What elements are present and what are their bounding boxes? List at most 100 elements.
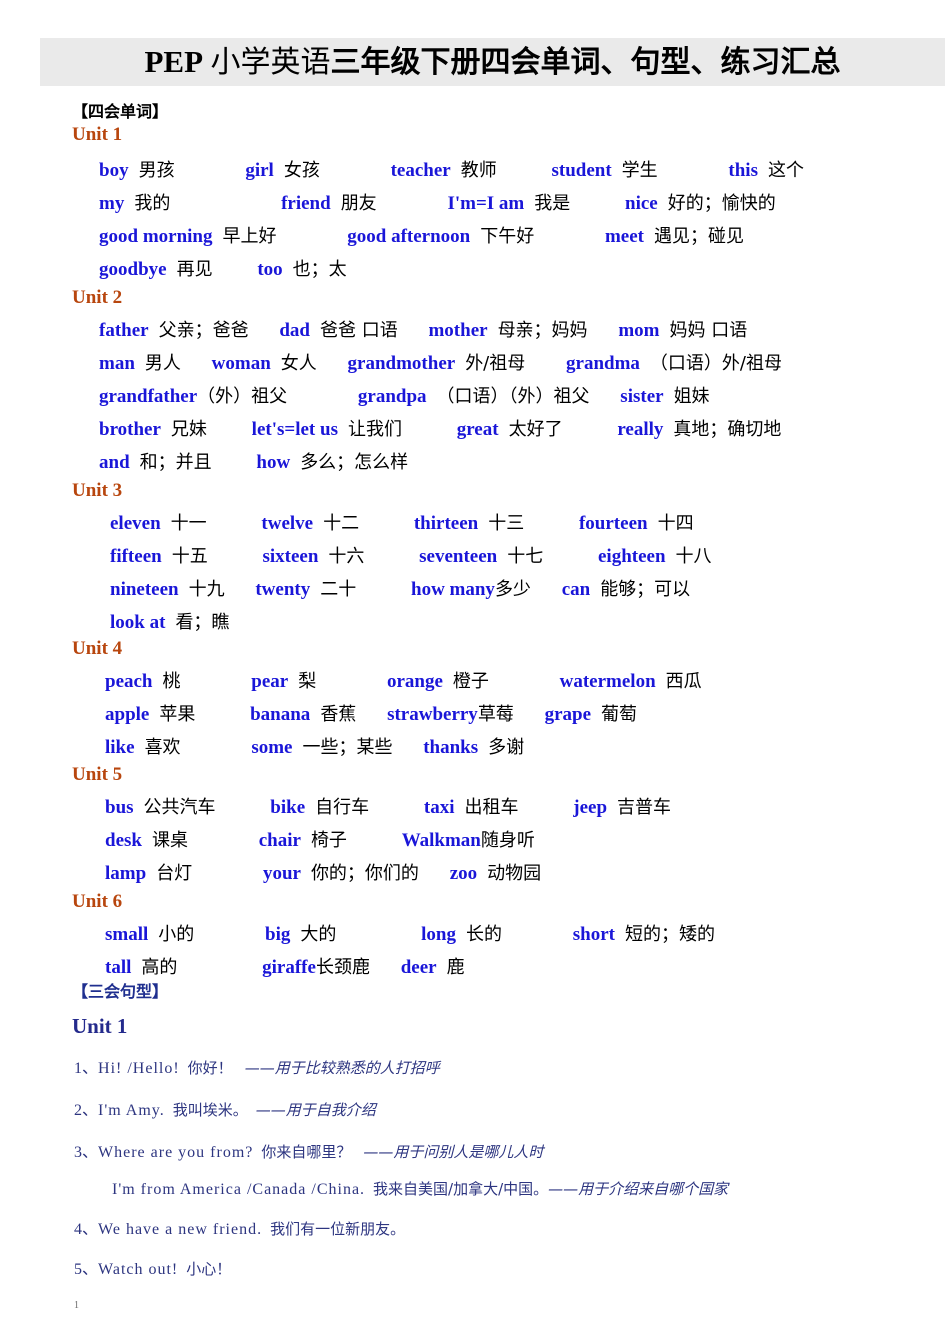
vocab-en: father <box>99 320 149 341</box>
vocab-en: small <box>105 924 149 945</box>
vocab-en: mother <box>428 320 488 341</box>
unit-heading-vocab-3: Unit 3 <box>72 480 123 501</box>
sentence-note: ——用于介绍来自哪个国家 <box>548 1180 729 1198</box>
vocab-cn: 二十 <box>320 579 357 600</box>
vocab-row: eleven 十一 twelve 十二 thirteen 十三 fourteen 十四 <box>110 514 694 533</box>
sentence-note: ——用于比较熟悉的人打招呼 <box>244 1059 440 1077</box>
vocab-cn: 看；瞧 <box>175 612 230 633</box>
vocab-cn: 公共汽车 <box>143 797 216 818</box>
title-heavy-cn: 三年级下册四会单词、句型、练习汇总 <box>330 45 841 80</box>
page-number: 1 <box>74 1300 79 1311</box>
vocab-cn: 椅子 <box>310 830 347 851</box>
vocab-en: brother <box>99 419 161 440</box>
vocab-cn: 喜欢 <box>144 737 181 758</box>
vocab-en: fifteen <box>110 546 162 567</box>
vocab-en: boy <box>99 160 129 181</box>
vocab-en: this <box>728 160 758 181</box>
vocab-cn: 这个 <box>767 160 804 181</box>
sentence-en: Watch out! <box>98 1261 179 1278</box>
vocab-en: dad <box>279 320 310 341</box>
vocab-en: peach <box>105 671 153 692</box>
vocab-cn: 外/祖母 <box>465 353 526 374</box>
vocab-row: and 和；并且 how 多么；怎么样 <box>99 453 408 472</box>
vocab-cn: 男人 <box>144 353 181 374</box>
vocab-cn: 十三 <box>488 513 525 534</box>
vocab-cn: 早上好 <box>222 226 277 247</box>
vocab-en: woman <box>211 353 271 374</box>
vocab-en: meet <box>604 226 645 247</box>
vocab-row: my 我的 friend 朋友 I'm=I am 我是 nice 好的；愉快的 <box>99 194 776 213</box>
vocab-en: your <box>262 863 301 884</box>
vocab-cn: 一些；某些 <box>302 737 393 758</box>
vocab-row: apple 苹果 banana 香蕉 strawberry草莓 grape 葡萄 <box>105 705 637 724</box>
sentence-cn: 我来自美国/加拿大/中国。 <box>373 1180 549 1198</box>
unit-heading-sentence-1: Unit 1 <box>72 1014 128 1038</box>
vocab-cn: 鹿 <box>446 957 465 978</box>
vocab-en: some <box>251 737 293 758</box>
unit-heading-vocab-5: Unit 5 <box>72 764 123 785</box>
vocab-cn: 大的 <box>300 924 337 945</box>
vocab-row: father 父亲；爸爸 dad 爸爸 口语 mother 母亲；妈妈 mom 妈妈 口… <box>99 321 747 340</box>
vocab-en: jeep <box>573 797 608 818</box>
vocab-row: brother 兄妹 let's=let us 让我们 great 太好了 reall… <box>99 420 781 439</box>
vocab-en: can <box>561 579 591 600</box>
vocab-cn: 桃 <box>162 671 181 692</box>
vocab-en: man <box>99 353 135 374</box>
vocab-cn: 梨 <box>298 671 317 692</box>
vocab-cn: 女孩 <box>283 160 320 181</box>
vocab-row: goodbye 再见 too 也；太 <box>99 260 347 279</box>
vocab-en: good afternoon <box>347 226 471 247</box>
sentence-en: I'm Amy. <box>98 1102 165 1119</box>
vocab-en: great <box>456 419 499 440</box>
vocab-row: lamp 台灯 your 你的；你们的 zoo 动物园 <box>105 864 541 883</box>
vocab-row: look at 看；瞧 <box>110 613 229 632</box>
sentence-number: 5、 <box>74 1261 99 1278</box>
vocab-row: desk 课桌 chair 椅子 Walkman随身听 <box>105 831 535 850</box>
sentence-note: ——用于自我介绍 <box>255 1101 376 1119</box>
vocab-cn: 香蕉 <box>320 704 357 725</box>
vocab-row: like 喜欢 some 一些；某些 thanks 多谢 <box>105 738 524 757</box>
vocab-en: goodbye <box>99 259 167 280</box>
vocab-en: and <box>99 452 130 473</box>
vocab-en: sixteen <box>262 546 319 567</box>
vocab-row: bus 公共汽车 bike 自行车 taxi 出租车 jeep 吉普车 <box>105 798 671 817</box>
vocab-en: twelve <box>261 513 314 534</box>
vocab-cn: 兄妹 <box>170 419 207 440</box>
vocab-en: long <box>421 924 456 945</box>
vocab-en: sister <box>620 386 664 407</box>
vocab-row: fifteen 十五 sixteen 十六 seventeen 十七 eighteen… <box>110 547 712 566</box>
title-pep: PEP <box>144 44 204 79</box>
vocab-cn: 你的；你们的 <box>310 863 419 884</box>
vocab-cn: 再见 <box>176 259 213 280</box>
sentence-en: Where are you from? <box>98 1144 254 1161</box>
vocab-cn: 苹果 <box>159 704 196 725</box>
vocab-cn: 女人 <box>280 353 317 374</box>
vocab-en: student <box>551 160 612 181</box>
vocab-row: man 男人 woman 女人 grandmother 外/祖母 grandma （口语… <box>99 354 782 373</box>
vocab-cn: 多少 <box>494 579 531 600</box>
vocab-cn: 我的 <box>134 193 171 214</box>
vocab-en: grape <box>544 704 591 725</box>
vocab-cn: 让我们 <box>347 419 402 440</box>
vocab-en: too <box>257 259 283 280</box>
vocab-en: chair <box>258 830 301 851</box>
sentence-item: I'm from America /Canada /China. 我来自美国/加… <box>112 1181 728 1198</box>
vocab-en: grandma <box>566 353 640 374</box>
vocab-en: short <box>572 924 615 945</box>
vocab-cn: 动物园 <box>487 863 542 884</box>
vocab-cn: 长的 <box>466 924 502 945</box>
vocab-cn: 妈妈 口语 <box>669 320 748 341</box>
vocab-cn: 姐妹 <box>673 386 710 407</box>
vocab-cn: 十一 <box>170 513 207 534</box>
document-page: PEP 小学英语三年级下册四会单词、句型、练习汇总 【四会单词】 Unit 1 … <box>0 0 945 1337</box>
sentence-cn: 你来自哪里？ <box>261 1143 352 1161</box>
vocab-cn: 下午好 <box>480 226 535 247</box>
vocab-cn: 台灯 <box>156 863 193 884</box>
vocab-cn: 遇见；碰见 <box>654 226 745 247</box>
unit-heading-vocab-2: Unit 2 <box>72 287 123 308</box>
vocab-en: deer <box>400 957 437 978</box>
vocab-cn: 多么；怎么样 <box>300 452 409 473</box>
vocab-cn: 自行车 <box>315 797 370 818</box>
sentence-item: 5、Watch out! 小心！ <box>74 1261 231 1278</box>
sentence-number: 2、 <box>74 1102 99 1119</box>
